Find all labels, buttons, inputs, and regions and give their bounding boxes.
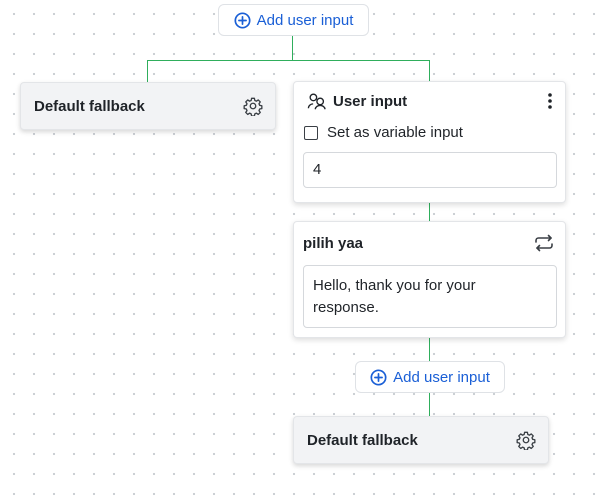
response-card-title: pilih yaa — [303, 234, 364, 252]
more-vertical-icon[interactable] — [547, 92, 553, 110]
add-user-input-button-bottom[interactable]: Add user input — [355, 361, 505, 393]
add-user-input-label: Add user input — [393, 368, 490, 386]
connector-add-to-fallback — [429, 393, 430, 416]
repeat-icon[interactable] — [533, 234, 555, 252]
default-fallback-node[interactable]: Default fallback — [20, 82, 276, 130]
fallback-title: Default fallback — [34, 97, 145, 115]
checkbox-label: Set as variable input — [327, 124, 463, 141]
input-value: 4 — [313, 161, 322, 178]
response-message: Hello, thank you for your response. — [313, 277, 476, 316]
add-user-input-label: Add user input — [256, 11, 354, 29]
add-user-input-button[interactable]: Add user input — [218, 4, 369, 36]
users-icon — [307, 92, 327, 110]
gear-icon[interactable] — [243, 96, 263, 116]
connector-right-branch — [429, 60, 430, 82]
user-input-card[interactable]: User input Set as variable input 4 — [293, 81, 566, 203]
variable-input-option[interactable]: Set as variable input — [294, 110, 565, 141]
response-card[interactable]: pilih yaa Hello, thank you for your resp… — [293, 221, 566, 338]
response-message-box[interactable]: Hello, thank you for your response. — [303, 265, 557, 328]
card-title: User input — [333, 92, 408, 110]
plus-circle-icon — [234, 11, 251, 29]
connector-horizontal — [147, 60, 430, 61]
gear-icon[interactable] — [516, 430, 536, 450]
connector-top-vertical — [292, 36, 293, 60]
connector-response-to-add — [429, 338, 430, 361]
connector-left-branch — [147, 60, 148, 82]
variable-input-checkbox[interactable] — [304, 125, 318, 140]
plus-circle-icon — [370, 368, 387, 386]
user-input-value-field[interactable]: 4 — [303, 152, 557, 188]
connector-card-to-response — [429, 202, 430, 221]
fallback-title: Default fallback — [307, 431, 418, 449]
default-fallback-node-bottom[interactable]: Default fallback — [293, 416, 549, 464]
